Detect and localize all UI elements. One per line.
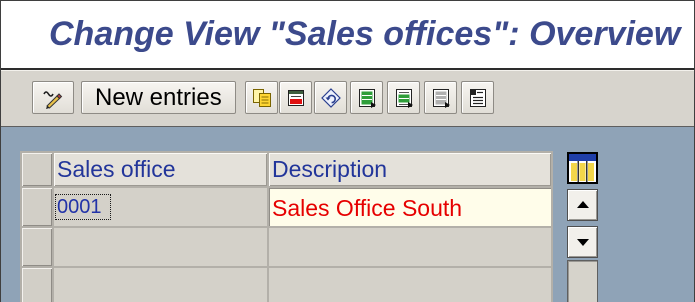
sales-office-cell xyxy=(54,268,267,302)
select-block-button[interactable] xyxy=(387,81,420,114)
table-settings-icon xyxy=(567,152,598,184)
select-all-icon xyxy=(358,88,376,108)
delete-button[interactable] xyxy=(279,81,312,114)
scroll-down-icon xyxy=(576,239,589,246)
description-cell xyxy=(269,268,551,302)
deselect-all-icon xyxy=(432,88,450,108)
table-settings-button[interactable] xyxy=(567,152,598,184)
column-header-sales-office[interactable]: Sales office xyxy=(54,153,267,186)
undo-change-icon xyxy=(320,87,341,108)
application-toolbar: New entries xyxy=(0,70,695,127)
copy-as-icon xyxy=(252,88,271,107)
list-button[interactable] xyxy=(461,81,494,114)
row-selector[interactable] xyxy=(22,188,52,226)
row-selector[interactable] xyxy=(22,268,52,302)
delete-icon xyxy=(287,89,304,106)
scroll-down-button[interactable] xyxy=(567,226,598,258)
scroll-up-button[interactable] xyxy=(567,189,598,221)
scroll-track[interactable] xyxy=(567,260,598,302)
page-title: Change View "Sales offices": Overview xyxy=(49,15,681,53)
column-header-description[interactable]: Description xyxy=(269,153,551,186)
description-cell xyxy=(269,228,551,266)
list-icon xyxy=(469,88,486,107)
select-block-icon xyxy=(395,88,413,108)
scroll-up-icon xyxy=(576,201,589,208)
undo-change-button[interactable] xyxy=(314,81,347,114)
sales-office-cell xyxy=(54,228,267,266)
sales-offices-table: Sales office Description 0001 Sales Offi… xyxy=(20,151,553,302)
display-change-button[interactable] xyxy=(32,81,74,114)
description-field[interactable]: Sales Office South xyxy=(269,188,551,226)
display-change-icon xyxy=(43,90,63,109)
sales-office-value: 0001 xyxy=(55,194,111,220)
copy-as-button[interactable] xyxy=(245,81,278,114)
row-selector[interactable] xyxy=(22,228,52,266)
sales-office-cell[interactable]: 0001 xyxy=(54,188,267,226)
select-all-button[interactable] xyxy=(350,81,383,114)
title-bar: Change View "Sales offices": Overview xyxy=(0,0,695,70)
deselect-all-button[interactable] xyxy=(424,81,457,114)
select-all-rows-selector[interactable] xyxy=(22,153,52,186)
new-entries-button[interactable]: New entries xyxy=(81,81,236,114)
